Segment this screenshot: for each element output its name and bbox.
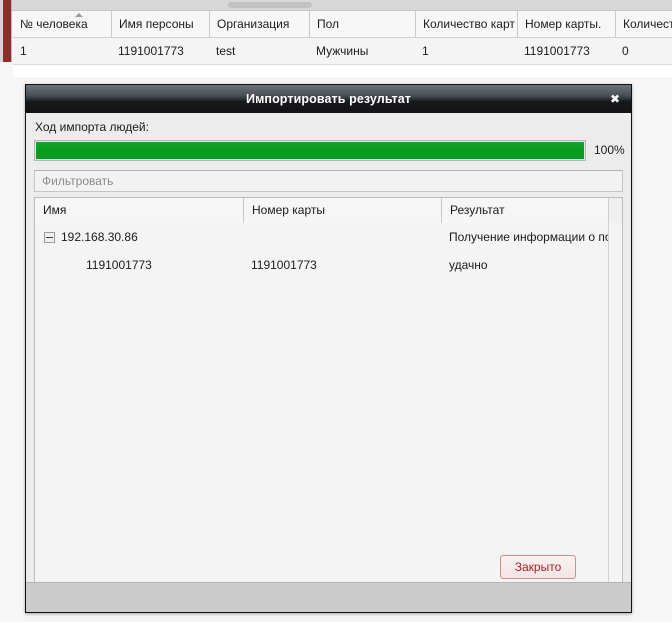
window-chrome-pill — [228, 2, 312, 8]
person-table: № человека Имя персоны Организация Пол Колич… — [13, 11, 672, 77]
dialog-title: Импортировать результат — [245, 92, 411, 106]
person-table-column-header[interactable]: Пол — [309, 11, 415, 37]
person-table-cell: Мужчины — [316, 44, 369, 58]
import-result-dialog: Импортировать результат ✖ Ход импорта лю… — [25, 84, 632, 613]
progress-row: 100% — [34, 140, 625, 162]
progress-percent-label: 100% — [594, 143, 625, 157]
result-cell-card — [251, 223, 449, 251]
import-progress-fill — [36, 142, 584, 159]
result-column-header[interactable]: Имя — [35, 198, 243, 223]
person-table-cell: 1 — [422, 44, 429, 58]
dialog-footer: Закрыто — [26, 555, 631, 612]
person-table-column-header[interactable]: № человека — [13, 11, 111, 37]
result-table: Результат Номер карты Имя 192.168.30.86 Пол… — [34, 197, 623, 592]
person-table-cell: test — [216, 44, 236, 58]
person-table-empty-area — [13, 65, 672, 77]
application-window: № человека Имя персоны Организация Пол Колич… — [0, 0, 672, 622]
dialog-body: Ход импорта людей: 100% РезультатНомер к… — [26, 113, 631, 592]
person-table-column-header[interactable]: Имя персоны — [111, 11, 209, 37]
close-button[interactable]: Закрыто — [500, 555, 576, 579]
result-cell-name: 192.168.30.86 — [61, 230, 138, 244]
person-table-cell: 1 — [20, 44, 27, 58]
close-icon[interactable]: ✖ — [607, 91, 623, 107]
person-table-row[interactable]: 1 1191001773 test Мужчины 1 1191001773 0 — [13, 38, 672, 65]
result-child-row[interactable]: 1191001773 1191001773 удачно — [35, 251, 609, 279]
person-table-column-header[interactable]: Количестве — [615, 11, 672, 37]
result-cell-card: 1191001773 — [251, 258, 317, 272]
dialog-titlebar[interactable]: Импортировать результат ✖ — [26, 85, 631, 114]
collapse-minus-icon[interactable] — [44, 232, 55, 243]
person-table-cell: 1191001773 — [524, 44, 590, 58]
import-progress-bar — [34, 140, 586, 161]
person-table-header: № человека Имя персоны Организация Пол Колич… — [13, 11, 672, 38]
result-cell-name: 1191001773 — [86, 258, 152, 272]
result-cell-result: Получение информации о пол... — [449, 230, 609, 244]
result-column-header[interactable]: Результат — [441, 198, 627, 223]
progress-label: Ход импорта людей: — [35, 120, 149, 134]
result-group-row[interactable]: 192.168.30.86 Получение информации о пол.… — [35, 223, 609, 251]
result-table-scrollbar[interactable] — [608, 223, 622, 591]
person-table-cell: 1191001773 — [118, 44, 184, 58]
window-chrome-band — [0, 0, 672, 11]
result-cell-result: удачно — [449, 258, 488, 272]
person-table-column-header[interactable]: Номер карты. — [517, 11, 615, 37]
result-table-body: 192.168.30.86 Получение информации о пол.… — [35, 223, 609, 591]
result-table-header-scrollcap — [608, 198, 622, 223]
person-table-column-header[interactable]: Количество карт — [415, 11, 517, 37]
result-table-header: Результат Номер карты Имя — [35, 198, 622, 224]
person-table-column-header[interactable]: Организация — [209, 11, 309, 37]
result-column-header[interactable]: Номер карты — [243, 198, 441, 223]
left-accent-strip — [3, 0, 12, 62]
filter-input[interactable] — [34, 170, 623, 192]
person-table-cell: 0 — [622, 44, 629, 58]
